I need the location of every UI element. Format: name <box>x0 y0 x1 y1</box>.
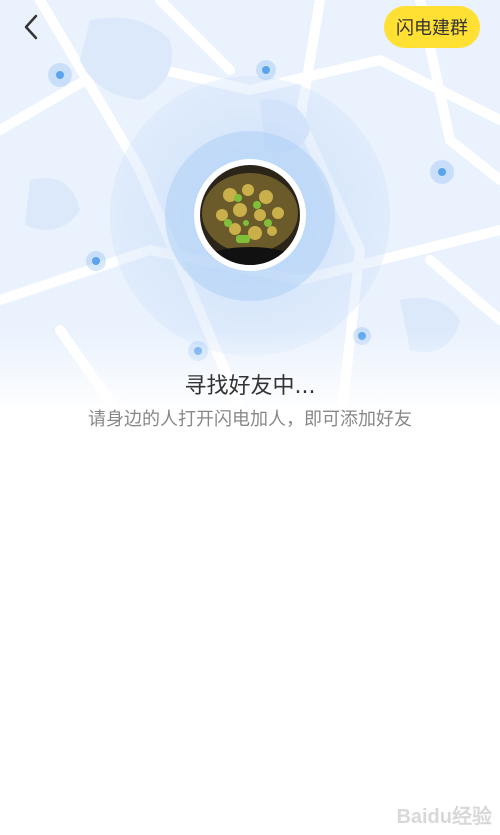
watermark-logo: Baidu经验 <box>396 806 492 828</box>
searching-hint: 请身边的人打开闪电加人，即可添加好友 <box>88 409 412 430</box>
back-button[interactable] <box>14 10 50 46</box>
nearby-user-dot <box>430 160 454 184</box>
nearby-user-dot <box>256 60 276 80</box>
chevron-left-icon <box>24 14 38 40</box>
searching-title: 寻找好友中... <box>184 374 316 399</box>
nearby-user-dot <box>48 63 72 87</box>
nearby-user-dot <box>86 251 106 271</box>
user-avatar <box>194 159 306 271</box>
avatar-photo <box>200 165 300 265</box>
flash-group-button[interactable]: 闪电建群 <box>384 6 480 48</box>
